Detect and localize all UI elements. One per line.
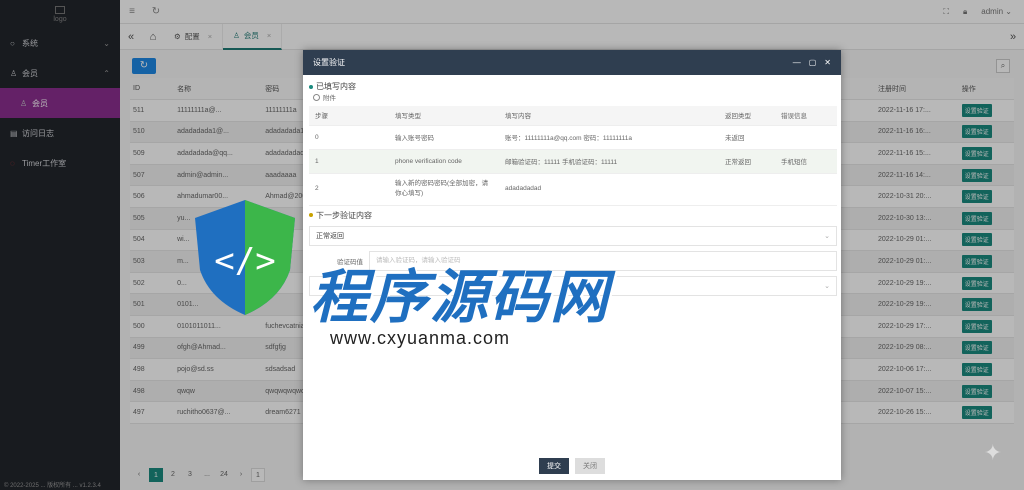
close-button[interactable]: 关闭 <box>575 458 605 474</box>
chevron-down-icon: ⌄ <box>824 232 830 240</box>
attachment-radio[interactable]: 附件 <box>313 92 835 102</box>
step-row: 0 输入账号密码 账号：11111111a@qq.com 密码：11111111… <box>309 125 837 150</box>
modal-title: 设置验证 <box>313 58 345 67</box>
close-icon[interactable]: ✕ <box>824 58 831 67</box>
submit-button[interactable]: 提交 <box>539 458 569 474</box>
step-row: 1 phone verification code 邮箱验证码：11111 手机… <box>309 149 837 174</box>
section-filled: 已填写内容 <box>309 81 835 92</box>
watermark-url: www.cxyuanma.com <box>330 328 511 348</box>
modal-header: 设置验证 — ▢ ✕ <box>303 50 841 75</box>
modal-footer: 提交 关闭 <box>303 458 841 474</box>
svg-text:</>: </> <box>214 241 275 281</box>
chevron-down-icon: ⌄ <box>824 282 830 290</box>
sparkle-icon: ✦ <box>983 440 1002 465</box>
bullet-icon <box>309 84 313 89</box>
steps-header: 步骤 填写类型 填写内容 返回类型 错误信息 <box>309 106 837 126</box>
code-shield-icon: </> <box>195 200 295 315</box>
radio-icon <box>313 93 320 101</box>
maximize-icon[interactable]: ▢ <box>809 58 817 67</box>
watermark: </> 程序源码网 www.cxyuanma.com <box>180 190 620 390</box>
watermark-text: 程序源码网 <box>310 265 611 330</box>
minimize-icon[interactable]: — <box>793 58 801 67</box>
